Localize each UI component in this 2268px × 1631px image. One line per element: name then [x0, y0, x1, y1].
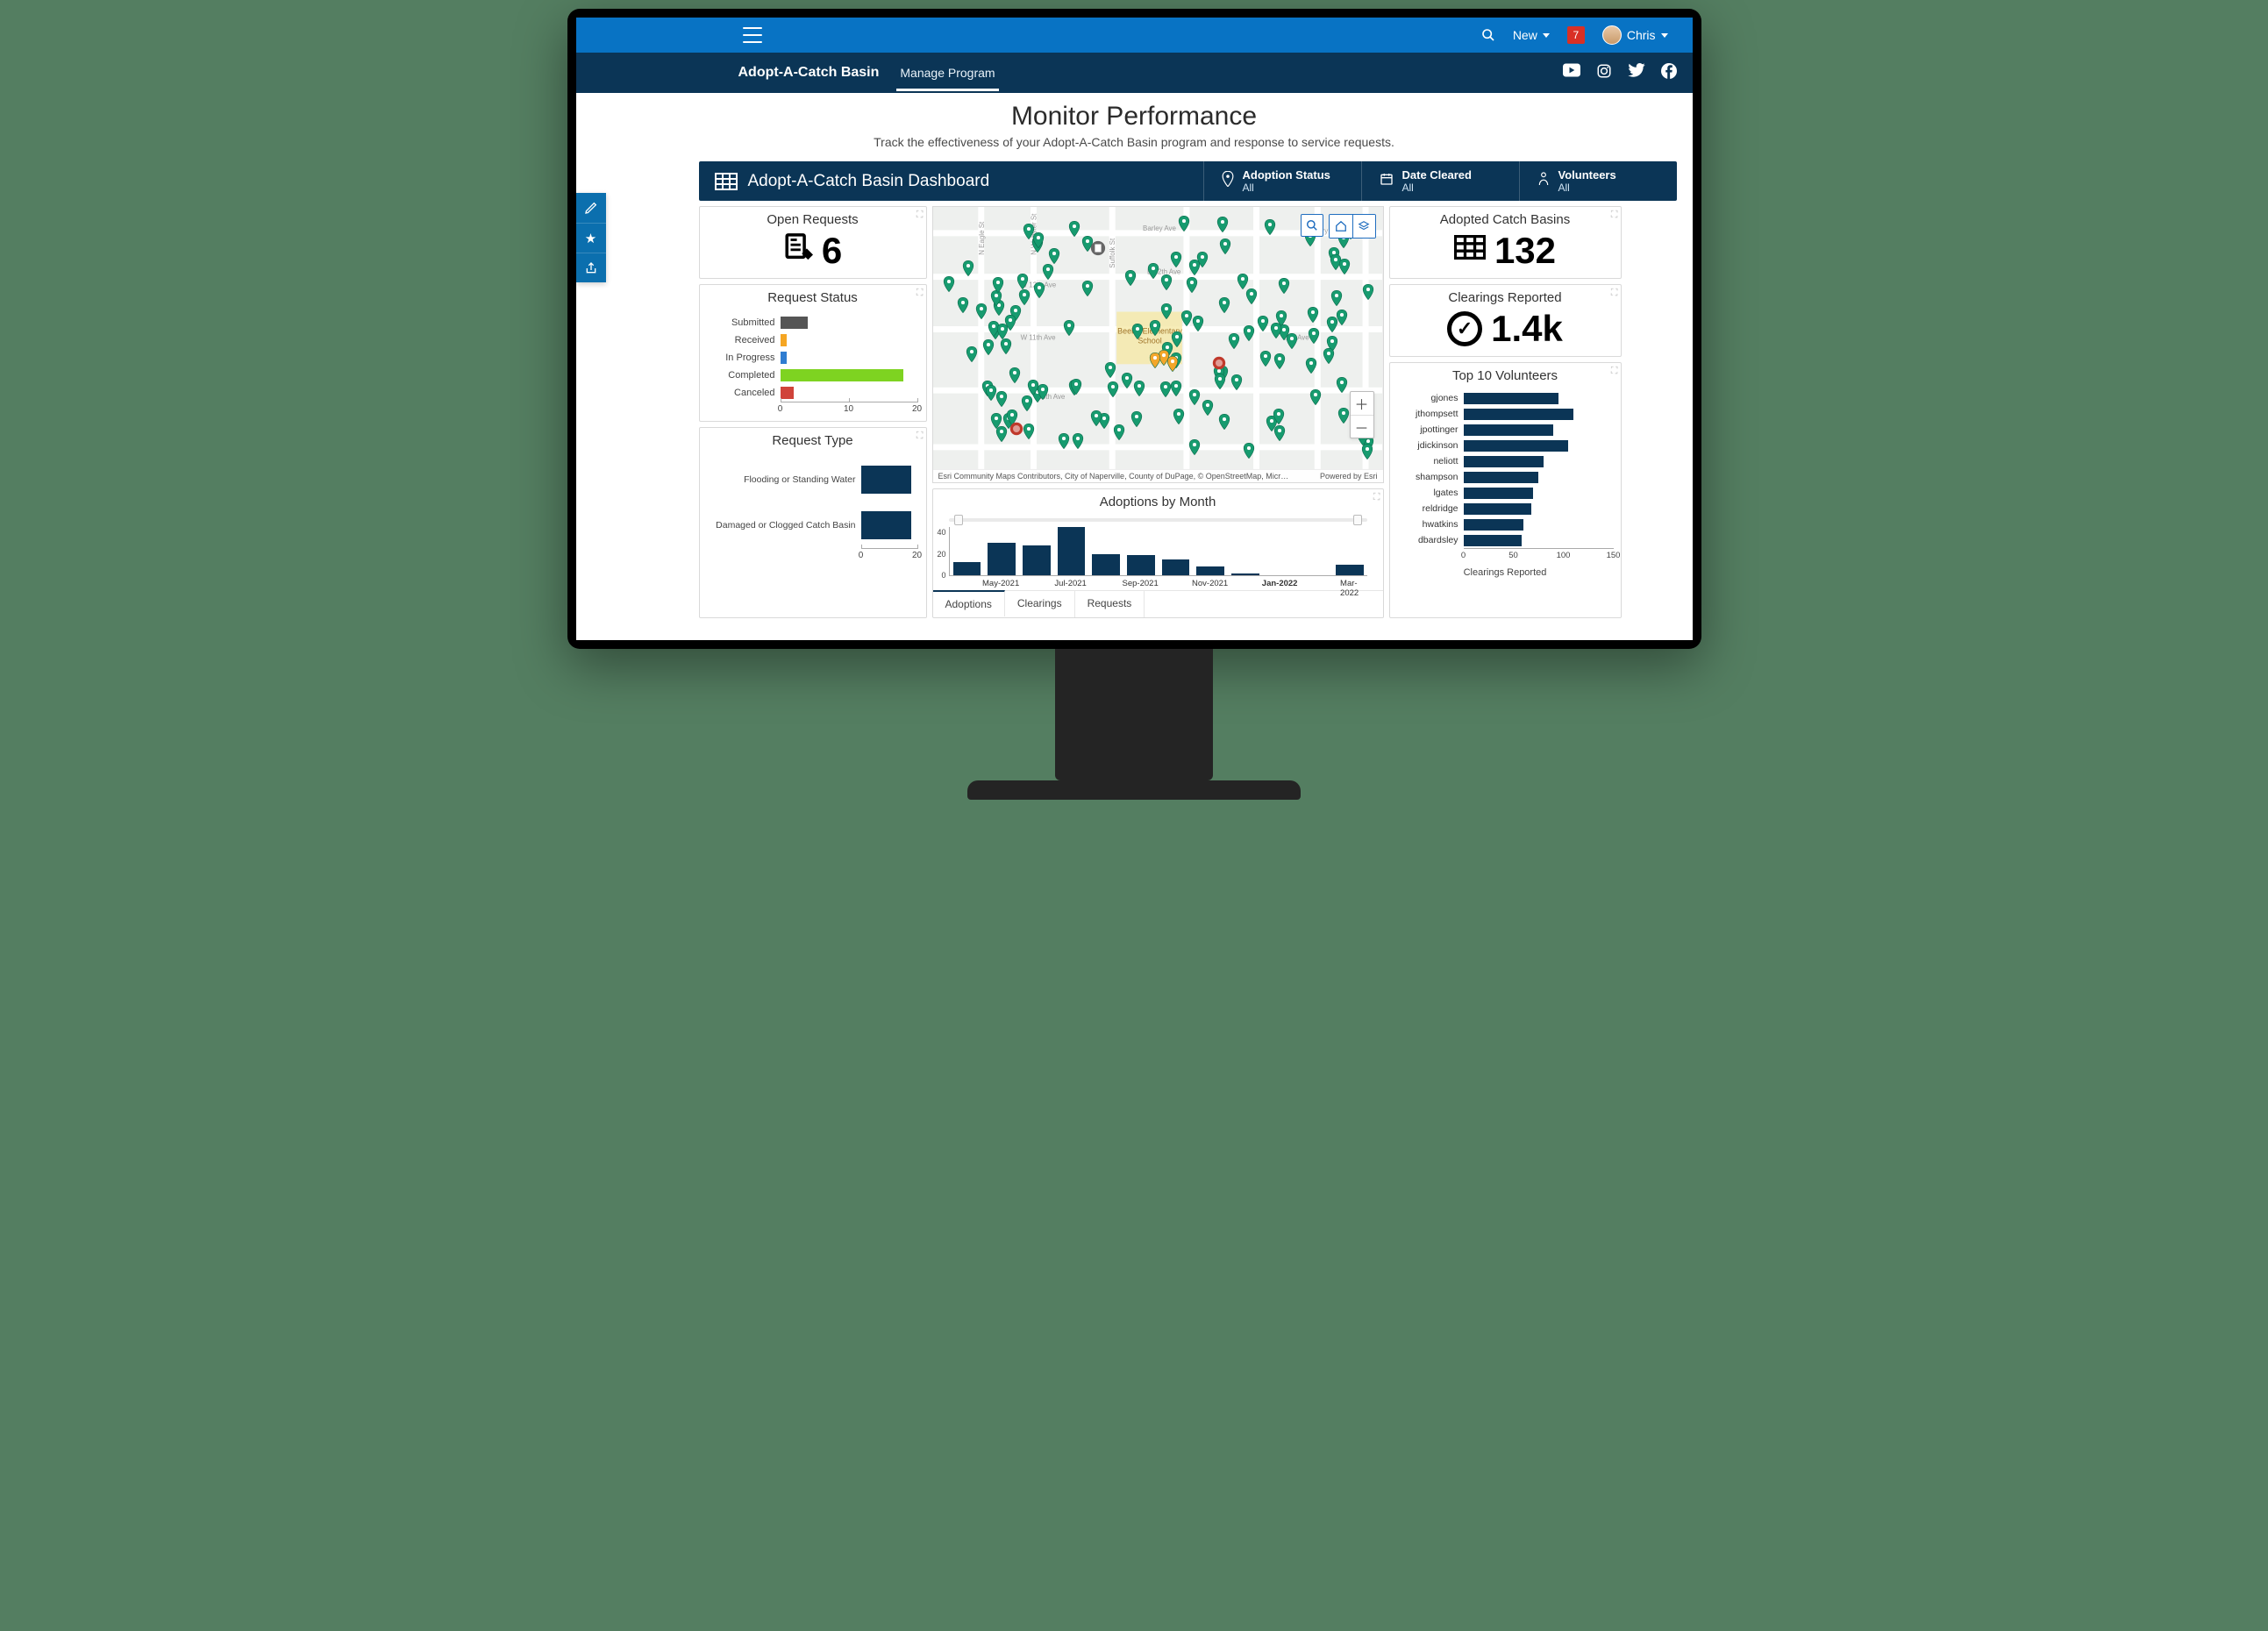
clearings-reported-card: ⛶ Clearings Reported 1.4k — [1389, 284, 1622, 357]
zoom-in-button[interactable]: ＋ — [1351, 392, 1373, 415]
request-status-card: ⛶ Request Status SubmittedReceivedIn Pro… — [699, 284, 927, 422]
grid-icon — [715, 173, 738, 190]
request-type-card: ⛶ Request Type Flooding or Standing Wate… — [699, 427, 927, 618]
edit-icon[interactable] — [576, 193, 606, 223]
new-dropdown[interactable]: New — [1513, 28, 1550, 42]
expand-icon[interactable]: ⛶ — [916, 288, 924, 299]
user-menu[interactable]: Chris — [1602, 25, 1668, 45]
search-icon[interactable] — [1481, 28, 1495, 42]
adopted-basins-card: ⛶ Adopted Catch Basins 132 — [1389, 206, 1622, 279]
filter-adoption-status[interactable]: Adoption Status All — [1203, 161, 1361, 201]
app-brand[interactable]: Adopt-A-Catch Basin — [738, 65, 880, 81]
social-links — [1563, 63, 1677, 83]
expand-icon[interactable]: ⛶ — [1611, 288, 1618, 299]
map[interactable]: Beebe Elementary School N Eagle St N Web… — [932, 206, 1384, 483]
pin-icon — [1222, 171, 1234, 191]
zoom-out-button[interactable]: － — [1351, 415, 1373, 438]
map-home-icon[interactable] — [1330, 215, 1352, 238]
screen-bezel: New 7 Chris Adopt-A-Catch Basin Manage P… — [567, 9, 1701, 649]
map-layers-icon[interactable] — [1352, 215, 1375, 238]
expand-icon[interactable]: ⛶ — [1373, 492, 1380, 503]
expand-icon[interactable]: ⛶ — [1611, 210, 1618, 221]
calendar-icon — [1380, 172, 1394, 190]
topbar: New 7 Chris — [576, 18, 1693, 53]
page-header: Monitor Performance Track the effectiven… — [576, 93, 1693, 154]
nav-manage-program[interactable]: Manage Program — [898, 55, 996, 90]
page-subtitle: Track the effectiveness of your Adopt-A-… — [576, 135, 1693, 149]
navbar: Adopt-A-Catch Basin Manage Program — [576, 53, 1693, 93]
time-slider[interactable] — [949, 515, 1367, 525]
tab-clearings[interactable]: Clearings — [1005, 591, 1075, 617]
slider-handle-right[interactable] — [1353, 515, 1362, 525]
expand-icon[interactable]: ⛶ — [916, 431, 924, 442]
open-requests-card: ⛶ Open Requests 6 — [699, 206, 927, 279]
notification-badge[interactable]: 7 — [1567, 26, 1585, 44]
request-status-chart: SubmittedReceivedIn ProgressCompletedCan… — [700, 307, 926, 421]
dashboard-title: Adopt-A-Catch Basin Dashboard — [699, 161, 1203, 201]
svg-text:Barley Ave: Barley Ave — [1143, 224, 1176, 232]
map-search-icon[interactable] — [1301, 214, 1323, 237]
avatar — [1602, 25, 1622, 45]
page-title: Monitor Performance — [576, 102, 1693, 132]
expand-icon[interactable]: ⛶ — [1611, 366, 1618, 377]
slider-handle-left[interactable] — [954, 515, 963, 525]
filter-date-cleared[interactable]: Date Cleared All — [1361, 161, 1519, 201]
adoptions-chart: 02040 — [949, 527, 1367, 576]
person-icon — [1537, 171, 1550, 191]
filter-volunteers[interactable]: Volunteers All — [1519, 161, 1677, 201]
dashboard-header: Adopt-A-Catch Basin Dashboard Adoption S… — [699, 161, 1677, 201]
request-type-chart: Flooding or Standing WaterDamaged or Clo… — [700, 450, 926, 567]
youtube-icon[interactable] — [1563, 63, 1580, 83]
map-attribution: Esri Community Maps Contributors, City o… — [933, 470, 1383, 482]
monitor-frame: New 7 Chris Adopt-A-Catch Basin Manage P… — [567, 9, 1701, 800]
request-icon — [783, 232, 813, 269]
svg-text:N Eagle St: N Eagle St — [977, 221, 985, 255]
chart-tabs: Adoptions Clearings Requests — [933, 590, 1383, 617]
svg-text:Suffolk St: Suffolk St — [1109, 238, 1116, 268]
tab-requests[interactable]: Requests — [1075, 591, 1145, 617]
dashboard: Adopt-A-Catch Basin Dashboard Adoption S… — [576, 154, 1693, 627]
twitter-icon[interactable] — [1628, 63, 1645, 83]
expand-icon[interactable]: ⛶ — [916, 210, 924, 221]
svg-text:W 11th Ave: W 11th Ave — [1020, 333, 1056, 341]
monitor-stand — [1055, 649, 1213, 780]
map-zoom-controls: ＋ － — [1350, 391, 1374, 438]
app-viewport: New 7 Chris Adopt-A-Catch Basin Manage P… — [576, 18, 1693, 640]
volunteers-chart: gjonesjthompsettjpottingerjdickinsonneli… — [1390, 385, 1621, 567]
star-icon[interactable]: ★ — [576, 223, 606, 253]
monitor-base — [967, 780, 1301, 800]
instagram-icon[interactable] — [1596, 63, 1612, 83]
top-volunteers-card: ⛶ Top 10 Volunteers gjonesjthompsettjpot… — [1389, 362, 1622, 618]
side-ribbon: ★ — [576, 193, 606, 282]
share-icon[interactable] — [576, 253, 606, 282]
hamburger-menu-icon[interactable] — [743, 27, 762, 43]
tab-adoptions[interactable]: Adoptions — [933, 590, 1005, 616]
grid-icon — [1454, 235, 1486, 267]
facebook-icon[interactable] — [1661, 63, 1677, 83]
check-circle-icon — [1447, 311, 1482, 346]
adoptions-by-month-card: ⛶ Adoptions by Month 02040 — [932, 488, 1384, 618]
